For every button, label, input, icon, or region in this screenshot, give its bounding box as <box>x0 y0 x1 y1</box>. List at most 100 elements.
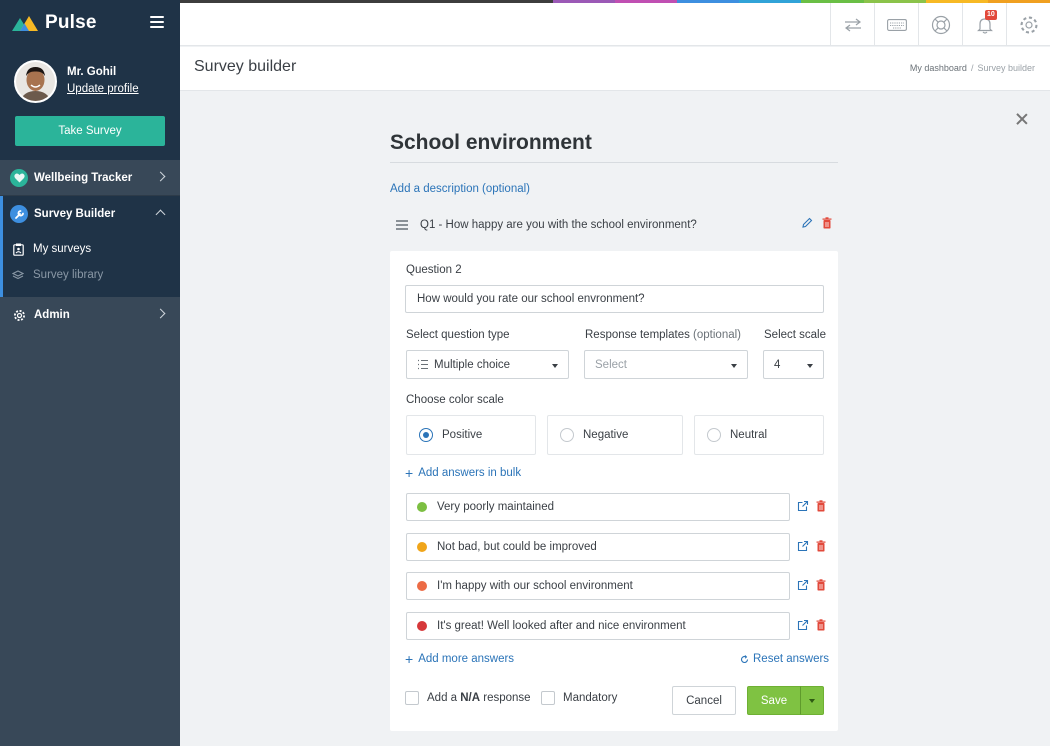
chevron-right-icon <box>155 171 166 182</box>
drag-handle-icon[interactable] <box>396 218 408 233</box>
layers-icon <box>11 269 25 281</box>
rainbow-segment <box>242 0 305 3</box>
rainbow-segment <box>552 0 615 3</box>
question-2-label: Question 2 <box>406 264 462 276</box>
brand-bar: Pulse <box>0 0 180 46</box>
sidebar-item-label: Survey library <box>33 269 104 281</box>
question-row-q1[interactable]: Q1 - How happy are you with the school e… <box>396 216 836 234</box>
plus-icon: + <box>405 465 414 481</box>
heart-icon <box>10 168 28 187</box>
mandatory-checkbox[interactable] <box>541 691 555 705</box>
sidebar-item-my-surveys[interactable]: My surveys <box>3 236 180 262</box>
sidebar: Pulse Mr. Gohil Update profile Take Surv… <box>0 0 180 746</box>
settings-gear-icon[interactable] <box>1006 3 1050 46</box>
app-name: Pulse <box>45 12 97 33</box>
color-option-label: Negative <box>583 429 629 441</box>
question-q1-actions <box>801 217 832 232</box>
delete-trash-icon[interactable] <box>816 619 826 634</box>
question-type-value: Multiple choice <box>434 358 511 371</box>
rainbow-segment <box>739 0 802 3</box>
answer-color-dot <box>417 621 427 631</box>
answer-row-1[interactable]: Very poorly maintained <box>406 493 790 521</box>
breadcrumb-separator: / <box>970 63 974 73</box>
mandatory-option[interactable]: Mandatory <box>541 691 617 705</box>
answer-row-4[interactable]: It's great! Well looked after and nice e… <box>406 612 790 640</box>
answer-text: Very poorly maintained <box>437 501 554 513</box>
rainbow-segment <box>428 0 491 3</box>
delete-trash-icon[interactable] <box>822 217 832 232</box>
save-options-dropdown[interactable] <box>800 686 824 715</box>
take-survey-button[interactable]: Take Survey <box>15 116 165 146</box>
radio-neutral[interactable] <box>707 428 721 442</box>
sidebar-item-admin[interactable]: Admin <box>0 297 180 333</box>
menu-toggle-icon[interactable] <box>150 16 164 28</box>
na-response-option[interactable]: Add a N/A response <box>405 691 531 705</box>
add-more-answers-link[interactable]: + Add more answers <box>405 652 514 666</box>
list-icon <box>417 359 429 370</box>
color-option-label: Neutral <box>730 429 768 441</box>
caret-down-icon <box>552 364 558 368</box>
external-link-icon[interactable] <box>797 579 809 594</box>
survey-title[interactable]: School environment <box>390 131 592 155</box>
radio-negative[interactable] <box>560 428 574 442</box>
save-button[interactable]: Save <box>747 686 801 715</box>
update-profile-link[interactable]: Update profile <box>67 83 139 95</box>
avatar[interactable] <box>14 60 57 103</box>
external-link-icon[interactable] <box>797 500 809 515</box>
scale-value: 4 <box>774 358 781 371</box>
answer-text: I'm happy with our school environment <box>437 580 633 592</box>
sidebar-item-label: Admin <box>34 309 70 321</box>
rainbow-segment <box>180 0 243 3</box>
rainbow-segment <box>614 0 678 3</box>
help-lifebuoy-icon[interactable] <box>918 3 962 46</box>
question-type-select[interactable]: Multiple choice <box>406 350 569 379</box>
page-title: Survey builder <box>194 58 297 75</box>
title-divider <box>390 162 838 163</box>
scale-select[interactable]: 4 <box>763 350 824 379</box>
response-templates-label: Response templates (optional) <box>585 329 741 341</box>
notification-bell-icon[interactable]: 10 <box>962 3 1006 46</box>
question-type-label: Select question type <box>406 329 510 341</box>
answer-3-actions <box>797 579 826 594</box>
cancel-button[interactable]: Cancel <box>672 686 736 715</box>
caret-down-icon <box>807 364 813 368</box>
edit-pencil-icon[interactable] <box>801 217 813 232</box>
color-option-positive[interactable]: Positive <box>406 415 536 455</box>
external-link-icon[interactable] <box>797 540 809 555</box>
delete-trash-icon[interactable] <box>816 579 826 594</box>
color-option-neutral[interactable]: Neutral <box>694 415 824 455</box>
color-option-negative[interactable]: Negative <box>547 415 683 455</box>
keyboard-icon[interactable] <box>874 3 918 46</box>
survey-builder-submenu: My surveys Survey library <box>0 232 180 297</box>
radio-positive[interactable] <box>419 428 433 442</box>
question-text-input[interactable] <box>405 285 824 313</box>
answer-text: Not bad, but could be improved <box>437 541 597 553</box>
close-icon[interactable] <box>1015 112 1029 126</box>
delete-trash-icon[interactable] <box>816 500 826 515</box>
na-response-checkbox[interactable] <box>405 691 419 705</box>
rainbow-segment <box>366 0 429 3</box>
sidebar-item-survey-library[interactable]: Survey library <box>3 262 180 288</box>
notification-badge: 10 <box>985 10 997 20</box>
delete-trash-icon[interactable] <box>816 540 826 555</box>
sidebar-item-survey-builder[interactable]: Survey Builder <box>0 196 180 232</box>
response-template-select[interactable]: Select <box>584 350 748 379</box>
swap-icon[interactable] <box>830 3 874 46</box>
sidebar-item-wellbeing-tracker[interactable]: Wellbeing Tracker <box>0 160 180 196</box>
top-icon-group: 10 <box>830 3 1050 46</box>
caret-down-icon <box>809 699 815 703</box>
pulse-logo-icon <box>12 15 38 31</box>
color-scale-label: Choose color scale <box>406 394 504 406</box>
rainbow-segment <box>677 0 740 3</box>
reset-answers-link[interactable]: Reset answers <box>740 653 829 665</box>
answer-row-3[interactable]: I'm happy with our school environment <box>406 572 790 600</box>
external-link-icon[interactable] <box>797 619 809 634</box>
mandatory-label: Mandatory <box>563 692 618 704</box>
answer-row-2[interactable]: Not bad, but could be improved <box>406 533 790 561</box>
add-answers-bulk-link[interactable]: + Add answers in bulk <box>405 465 522 481</box>
add-answers-bulk-label: Add answers in bulk <box>418 467 522 479</box>
breadcrumb-dashboard-link[interactable]: My dashboard <box>910 63 967 73</box>
reset-circle-icon <box>740 654 749 664</box>
rainbow-segment <box>490 0 553 3</box>
add-description-link[interactable]: Add a description (optional) <box>390 183 530 195</box>
